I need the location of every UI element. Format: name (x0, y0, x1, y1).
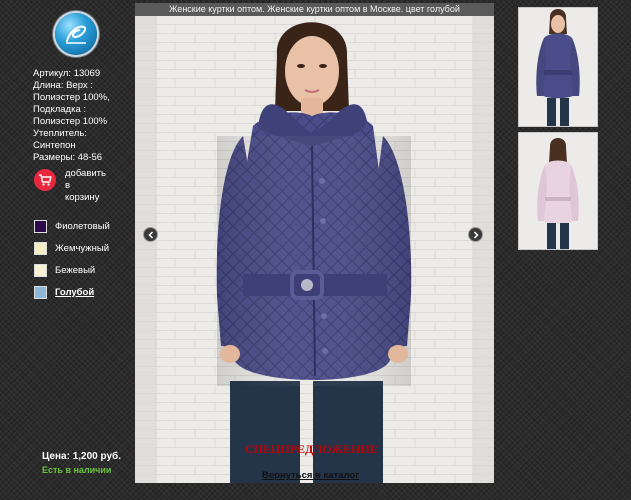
site-logo[interactable] (55, 13, 97, 55)
viewer-title: Женские куртки оптом. Женские куртки опт… (135, 3, 494, 16)
thumbnail-image (519, 8, 597, 126)
color-label: Бежевый (55, 264, 96, 276)
color-option-pearl[interactable]: Жемчужный (34, 237, 110, 259)
spec-lining-label: Подкладка : (33, 104, 87, 115)
color-swatch (34, 285, 47, 299)
color-option-beige[interactable]: Бежевый (34, 259, 110, 281)
spec-length: Длина: Верх : (33, 80, 93, 91)
spec-article: Артикул: 13069 (33, 68, 101, 79)
color-label: Голубой (55, 286, 95, 298)
chevron-right-icon (473, 230, 479, 239)
color-option-blue[interactable]: Голубой (34, 281, 110, 303)
thumbnail-2[interactable] (518, 132, 598, 250)
stock-status: Есть в наличии (42, 465, 112, 475)
logo-swoosh-icon (66, 25, 87, 44)
color-label: Фиолетовый (55, 220, 110, 232)
price: Цена: 1,200 руб. (42, 451, 121, 462)
product-photo (135, 16, 494, 483)
color-swatch (34, 263, 47, 277)
spec-outer: Полиэстер 100%, (33, 92, 110, 103)
shopping-cart-icon (34, 169, 56, 191)
spec-sizes: Размеры: 48-56 (33, 152, 103, 163)
color-option-violet[interactable]: Фиолетовый (34, 215, 110, 237)
add-to-cart-button[interactable]: добавить в корзину (34, 168, 125, 204)
chevron-left-icon (147, 230, 153, 239)
product-specs: Артикул: 13069 Длина: Верх : Полиэстер 1… (33, 68, 133, 164)
color-options: Фиолетовый Жемчужный Бежевый Голубой (34, 215, 110, 303)
next-image-button[interactable] (468, 227, 483, 242)
thumbnail-1[interactable] (518, 7, 598, 127)
color-swatch (34, 241, 47, 255)
color-label: Жемчужный (55, 242, 110, 254)
back-to-catalog-link[interactable]: Вернуться в каталог (262, 470, 359, 481)
spec-filling-label: Утеплитель: (33, 128, 87, 139)
spec-lining: Полиэстер 100% (33, 116, 108, 127)
add-to-cart-label: добавить в корзину (65, 168, 106, 203)
spec-filling: Синтепон (33, 140, 76, 151)
prev-image-button[interactable] (143, 227, 158, 242)
special-offer-label[interactable]: СПЕЦПРЕДЛОЖЕНИЕ (245, 442, 378, 457)
color-swatch (34, 219, 47, 233)
image-viewer: Женские куртки оптом. Женские куртки опт… (135, 3, 494, 483)
thumbnail-image (519, 133, 597, 249)
